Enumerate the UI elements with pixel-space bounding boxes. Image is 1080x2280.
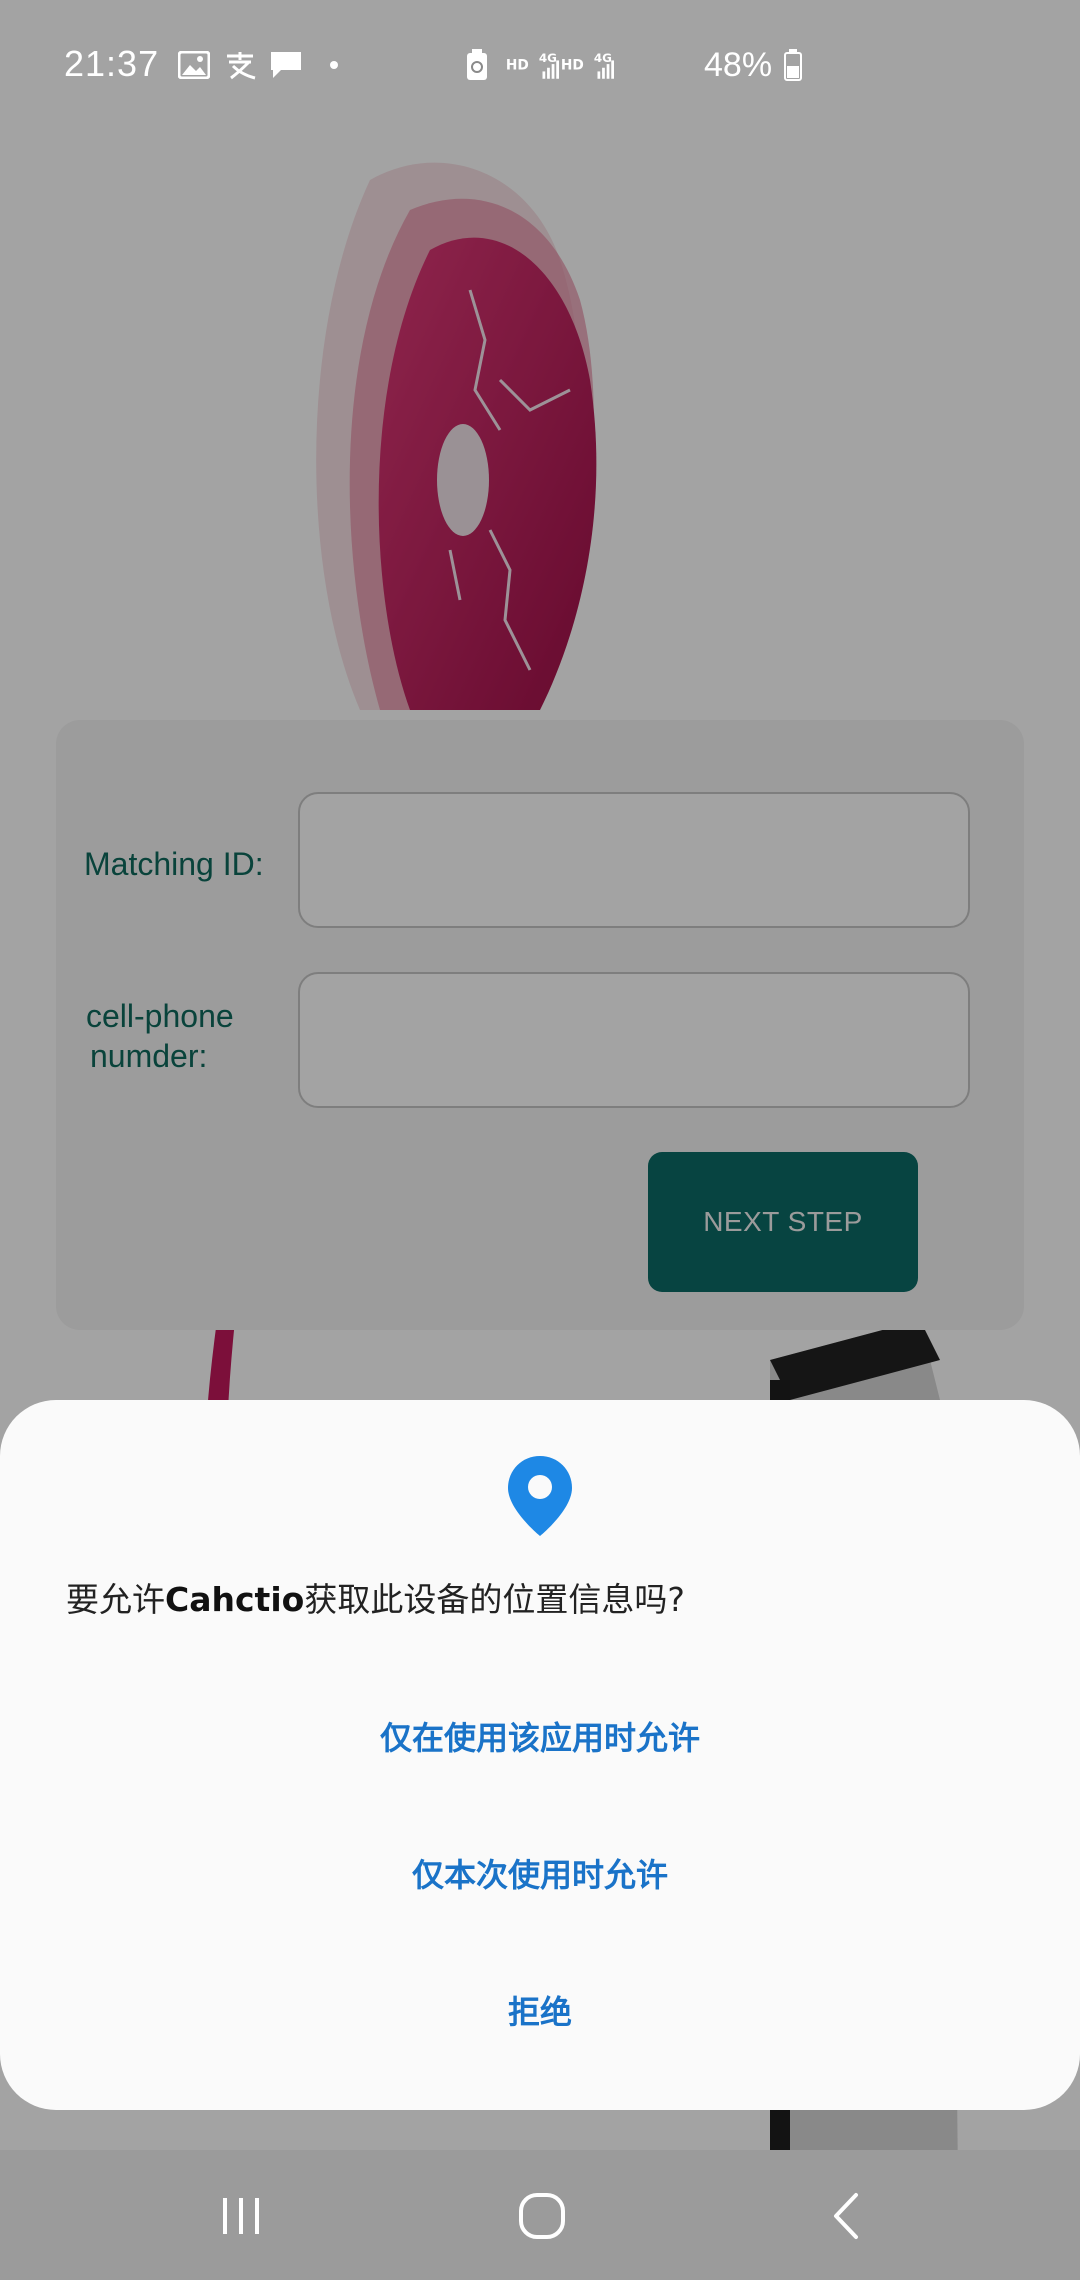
- question-prefix: 要允许: [66, 1580, 165, 1619]
- allow-once-button[interactable]: 仅本次使用时允许: [0, 1818, 1080, 1928]
- svg-text:4G: 4G: [539, 51, 557, 65]
- back-button[interactable]: [796, 2168, 896, 2264]
- svg-text:4G: 4G: [594, 51, 612, 65]
- location-permission-dialog: 要允许Cahctio获取此设备的位置信息吗? 仅在使用该应用时允许 仅本次使用时…: [0, 1400, 1080, 2110]
- svg-text:HD: HD: [506, 58, 529, 74]
- dot-icon: [326, 48, 342, 82]
- navigation-bar: [0, 2150, 1080, 2280]
- recent-apps-icon: [223, 2198, 259, 2234]
- location-pin-icon: [508, 1456, 572, 1536]
- message-icon: [268, 48, 304, 82]
- back-icon: [834, 2193, 858, 2239]
- dialog-question: 要允许Cahctio获取此设备的位置信息吗?: [66, 1578, 685, 1622]
- home-icon: [519, 2193, 565, 2239]
- app-name: Cahctio: [165, 1580, 305, 1619]
- svg-text:HD: HD: [561, 58, 584, 74]
- allow-while-using-button[interactable]: 仅在使用该应用时允许: [0, 1681, 1080, 1791]
- signal-icon: HD 4G HD 4G: [504, 48, 614, 82]
- status-bar: 21:37 HD 4G HD 4G 48%: [0, 0, 1080, 130]
- battery-icon: [782, 48, 804, 82]
- status-time: 21:37: [64, 43, 160, 84]
- recycle-icon: [462, 48, 492, 82]
- gallery-icon: [176, 48, 212, 82]
- recent-apps-button[interactable]: [192, 2168, 292, 2264]
- deny-button[interactable]: 拒绝: [0, 1955, 1080, 2065]
- alipay-icon: [222, 48, 258, 82]
- app-screen: Matching ID: cell-phone numder: NEXT STE…: [0, 0, 1080, 2280]
- home-button[interactable]: [492, 2168, 592, 2264]
- question-suffix: 获取此设备的位置信息吗?: [304, 1580, 685, 1619]
- battery-percent: 48%: [704, 46, 773, 84]
